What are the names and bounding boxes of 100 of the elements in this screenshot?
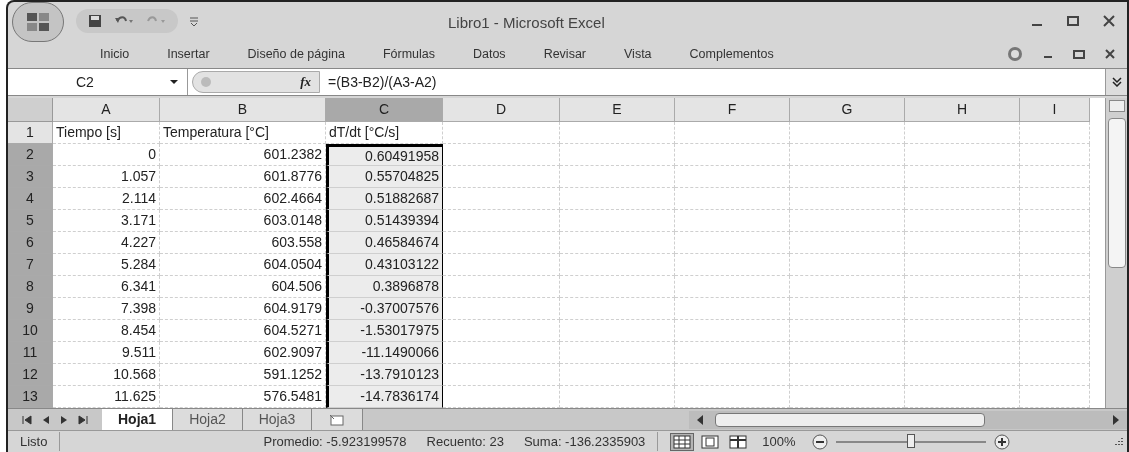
column-header[interactable]: I xyxy=(1020,98,1090,122)
row-header[interactable]: 7 xyxy=(8,254,53,276)
column-header[interactable]: B xyxy=(160,98,326,122)
first-sheet-icon[interactable] xyxy=(22,414,32,425)
status-average: Promedio: -5.923199578 xyxy=(263,432,407,451)
row-header[interactable]: 4 xyxy=(8,188,53,210)
table-cell: -14.7836174 xyxy=(326,386,443,408)
row-header[interactable]: 13 xyxy=(8,386,53,408)
close-icon[interactable] xyxy=(1103,15,1115,27)
table-cell: 6.341 xyxy=(53,276,160,298)
name-box[interactable]: C2 xyxy=(8,69,188,95)
column-header[interactable]: A xyxy=(53,98,160,122)
row-header[interactable]: 8 xyxy=(8,276,53,298)
office-button[interactable] xyxy=(12,2,64,42)
restore-icon[interactable] xyxy=(1073,49,1085,59)
last-sheet-icon[interactable] xyxy=(78,414,88,425)
table-cell: 4.227 xyxy=(53,232,160,254)
scroll-right-icon[interactable] xyxy=(1113,414,1119,425)
row-header[interactable]: 6 xyxy=(8,232,53,254)
table-cell: Tiempo [s] xyxy=(53,122,160,144)
window-title: Libro1 - Microsoft Excel xyxy=(448,13,605,33)
ribbon-tab[interactable]: Fórmulas xyxy=(382,44,435,64)
empty-cell xyxy=(1020,232,1090,254)
help-icon[interactable] xyxy=(1007,46,1023,62)
scroll-thumb[interactable] xyxy=(715,412,986,427)
row-header[interactable]: 2 xyxy=(8,144,53,166)
empty-cell xyxy=(1020,144,1090,166)
save-icon[interactable] xyxy=(88,14,102,28)
next-sheet-icon[interactable] xyxy=(60,414,68,425)
table-cell: 0.60491958 xyxy=(326,144,443,166)
table-cell: 5.284 xyxy=(53,254,160,276)
resize-grip-icon[interactable] xyxy=(1113,436,1123,447)
empty-cell xyxy=(1020,122,1090,144)
zoom-level[interactable]: 100% xyxy=(762,431,796,452)
table-cell: -1.53017975 xyxy=(326,320,443,342)
insert-function-button[interactable]: fx xyxy=(300,72,319,92)
insert-sheet-icon[interactable] xyxy=(312,409,364,430)
view-button[interactable] xyxy=(670,432,695,451)
empty-cell xyxy=(1020,298,1090,320)
scroll-thumb[interactable] xyxy=(1107,118,1126,268)
table-cell: -11.1490066 xyxy=(326,342,443,364)
vertical-scrollbar[interactable] xyxy=(1105,98,1127,408)
column-header[interactable]: D xyxy=(443,98,560,122)
sheet-tab[interactable]: Hoja1 xyxy=(102,409,174,430)
sheet-tab[interactable]: Hoja2 xyxy=(173,409,243,430)
table-cell: 0 xyxy=(53,144,160,166)
ribbon-tab[interactable]: Vista xyxy=(624,44,652,64)
row-header[interactable]: 1 xyxy=(8,122,53,144)
table-cell: 0.51882687 xyxy=(326,188,443,210)
empty-cell xyxy=(1020,342,1090,364)
table-cell: 0.43103122 xyxy=(326,254,443,276)
table-cell: 0.55704825 xyxy=(326,166,443,188)
status-count: Recuento: 23 xyxy=(426,432,504,451)
table-cell: -13.7910123 xyxy=(326,364,443,386)
maximize-icon[interactable] xyxy=(1067,15,1079,27)
ribbon-tab[interactable]: Complementos xyxy=(689,44,774,64)
previous-sheet-icon[interactable] xyxy=(42,414,50,425)
sheet-tab[interactable]: Hoja3 xyxy=(242,409,313,430)
formula-field[interactable]: =(B3-B2)/(A3-A2) xyxy=(320,69,1105,95)
logo-icon xyxy=(26,12,50,32)
row-header[interactable]: 11 xyxy=(8,342,53,364)
close-icon[interactable] xyxy=(1105,49,1115,59)
column-header[interactable]: H xyxy=(905,98,1020,122)
table-cell: 8.454 xyxy=(53,320,160,342)
ribbon-tab[interactable]: Inicio xyxy=(100,44,130,64)
expand-icon[interactable] xyxy=(1105,69,1127,95)
zoom-slider-thumb[interactable] xyxy=(906,433,915,448)
ribbon-tab[interactable]: Insertar xyxy=(167,44,210,64)
empty-cell xyxy=(1020,188,1090,210)
zoom-out-icon[interactable] xyxy=(811,433,828,450)
column-header[interactable]: G xyxy=(790,98,905,122)
status-mode: Listo xyxy=(8,431,61,452)
table-cell: 3.171 xyxy=(53,210,160,232)
horizontal-scrollbar[interactable] xyxy=(689,410,1127,429)
ribbon-tab[interactable]: Diseño de página xyxy=(247,44,345,64)
empty-cell xyxy=(1020,320,1090,342)
column-header[interactable]: C xyxy=(326,98,443,122)
table-cell: 9.511 xyxy=(53,342,160,364)
table-cell: Temperatura [°C] xyxy=(160,122,326,144)
ribbon-tab[interactable]: Revisar xyxy=(543,44,586,64)
zoom-in-icon[interactable] xyxy=(993,433,1010,450)
ribbon-tab[interactable]: Datos xyxy=(472,44,506,64)
split-handle[interactable] xyxy=(1108,100,1125,112)
row-header[interactable]: 9 xyxy=(8,298,53,320)
table-cell: 0.51439394 xyxy=(326,210,443,232)
table-cell: 7.398 xyxy=(53,298,160,320)
table-cell: 2.114 xyxy=(53,188,160,210)
scroll-left-icon[interactable] xyxy=(697,414,704,425)
empty-cell xyxy=(1020,254,1090,276)
column-header[interactable]: E xyxy=(560,98,675,122)
table-cell: 10.568 xyxy=(53,364,160,386)
dropdown-icon[interactable] xyxy=(169,79,179,85)
row-header[interactable]: 3 xyxy=(8,166,53,188)
column-header[interactable]: F xyxy=(675,98,790,122)
row-header[interactable]: 12 xyxy=(8,364,53,386)
status-sum: Suma: -136.2335903 xyxy=(523,431,659,452)
row-header[interactable]: 10 xyxy=(8,320,53,342)
empty-cell xyxy=(1020,276,1090,298)
row-header[interactable]: 5 xyxy=(8,210,53,232)
customize-icon[interactable] xyxy=(190,16,198,26)
